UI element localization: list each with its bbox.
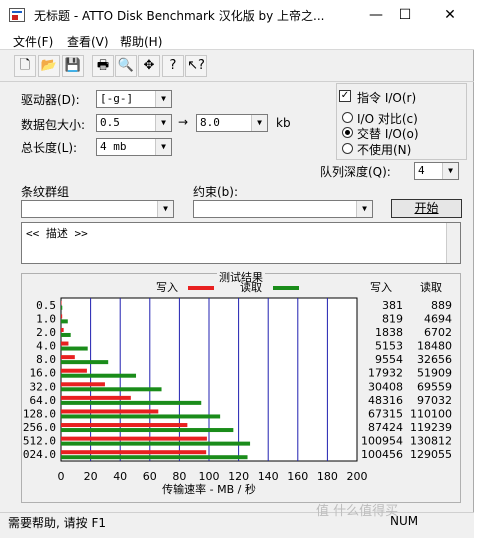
write-bar	[61, 423, 188, 428]
read-value: 32656	[417, 353, 452, 366]
write-value: 100954	[361, 435, 403, 448]
read-bar	[61, 319, 68, 324]
write-bar	[61, 395, 131, 400]
write-value: 100456	[361, 448, 403, 461]
y-category-label: 64.0	[30, 394, 57, 407]
status-help-text: 需要帮助, 请按 F1	[8, 516, 106, 530]
x-tick-label: 80	[172, 470, 186, 483]
read-bar	[61, 373, 137, 378]
y-category-label: 512.0	[23, 435, 56, 448]
background-window-edge	[474, 0, 482, 538]
x-tick-label: 0	[58, 470, 65, 483]
read-value: 97032	[417, 394, 452, 407]
read-bar	[61, 441, 251, 446]
y-category-label: 4.0	[36, 340, 56, 353]
write-value: 17932	[368, 367, 403, 380]
y-category-label: 128.0	[23, 407, 56, 420]
read-bar	[61, 332, 71, 337]
write-bar	[61, 355, 75, 360]
y-category-label: 1.0	[36, 312, 56, 325]
read-bar	[61, 428, 234, 433]
app-window: 无标题 - ATTO Disk Benchmark 汉化版 by 上帝之... …	[0, 0, 474, 538]
legend-write-swatch	[188, 286, 214, 290]
read-value: 69559	[417, 380, 452, 393]
write-bar	[61, 314, 63, 319]
read-bar	[61, 387, 162, 392]
read-value: 18480	[417, 340, 452, 353]
read-bar	[61, 305, 63, 310]
write-bar	[61, 327, 64, 332]
x-tick-label: 60	[143, 470, 157, 483]
read-bar	[61, 346, 88, 351]
write-value: 381	[382, 299, 403, 312]
write-bar	[61, 436, 207, 441]
legend-write-label: 写入	[156, 281, 178, 294]
x-tick-label: 100	[199, 470, 220, 483]
results-chart: 0 20 40 60 80 100 120 140 160 180 200 写入 读取 写入 读取 0.5 38…	[23, 280, 452, 496]
write-bar	[61, 341, 69, 346]
write-value: 819	[382, 312, 403, 325]
y-category-label: 8.0	[36, 353, 56, 366]
x-tick-label: 20	[84, 470, 98, 483]
read-bar	[61, 360, 109, 365]
write-value: 1838	[375, 326, 403, 339]
x-tick-label: 160	[287, 470, 308, 483]
read-value: 51909	[417, 367, 452, 380]
read-value: 119239	[410, 421, 452, 434]
write-value: 9554	[375, 353, 403, 366]
write-column-header: 写入	[370, 281, 392, 294]
read-value: 4694	[424, 312, 452, 325]
write-bar	[61, 368, 87, 373]
x-tick-label: 180	[317, 470, 338, 483]
read-bar	[61, 400, 202, 405]
y-category-label: 32.0	[30, 380, 57, 393]
write-value: 48316	[368, 394, 403, 407]
y-category-label: 16.0	[30, 367, 57, 380]
x-tick-label: 140	[258, 470, 279, 483]
read-column-header: 读取	[420, 280, 442, 294]
y-category-label: 0.5	[36, 299, 56, 312]
legend-read-label: 读取	[240, 280, 262, 294]
write-bar	[61, 409, 159, 414]
y-category-label: 256.0	[23, 421, 56, 434]
y-category-label: 024.0	[23, 448, 56, 461]
write-value: 5153	[375, 340, 403, 353]
read-value: 6702	[424, 326, 452, 339]
write-value: 30408	[368, 380, 403, 393]
read-value: 129055	[410, 448, 452, 461]
read-value: 889	[431, 299, 452, 312]
x-axis-label: 传输速率 - MB / 秒	[162, 482, 256, 496]
write-bar	[61, 300, 62, 305]
write-bar	[61, 382, 105, 387]
watermark: 值 什么值得买	[316, 504, 399, 519]
write-value: 67315	[368, 407, 403, 420]
x-tick-label: 200	[347, 470, 368, 483]
read-bar	[61, 455, 248, 460]
read-bar	[61, 414, 221, 419]
legend-read-swatch	[273, 286, 299, 290]
y-category-label: 2.0	[36, 326, 56, 339]
write-bar	[61, 450, 207, 455]
x-tick-label: 120	[228, 470, 249, 483]
x-tick-label: 40	[113, 470, 127, 483]
write-value: 87424	[368, 421, 403, 434]
read-value: 130812	[410, 435, 452, 448]
read-value: 110100	[410, 407, 452, 420]
